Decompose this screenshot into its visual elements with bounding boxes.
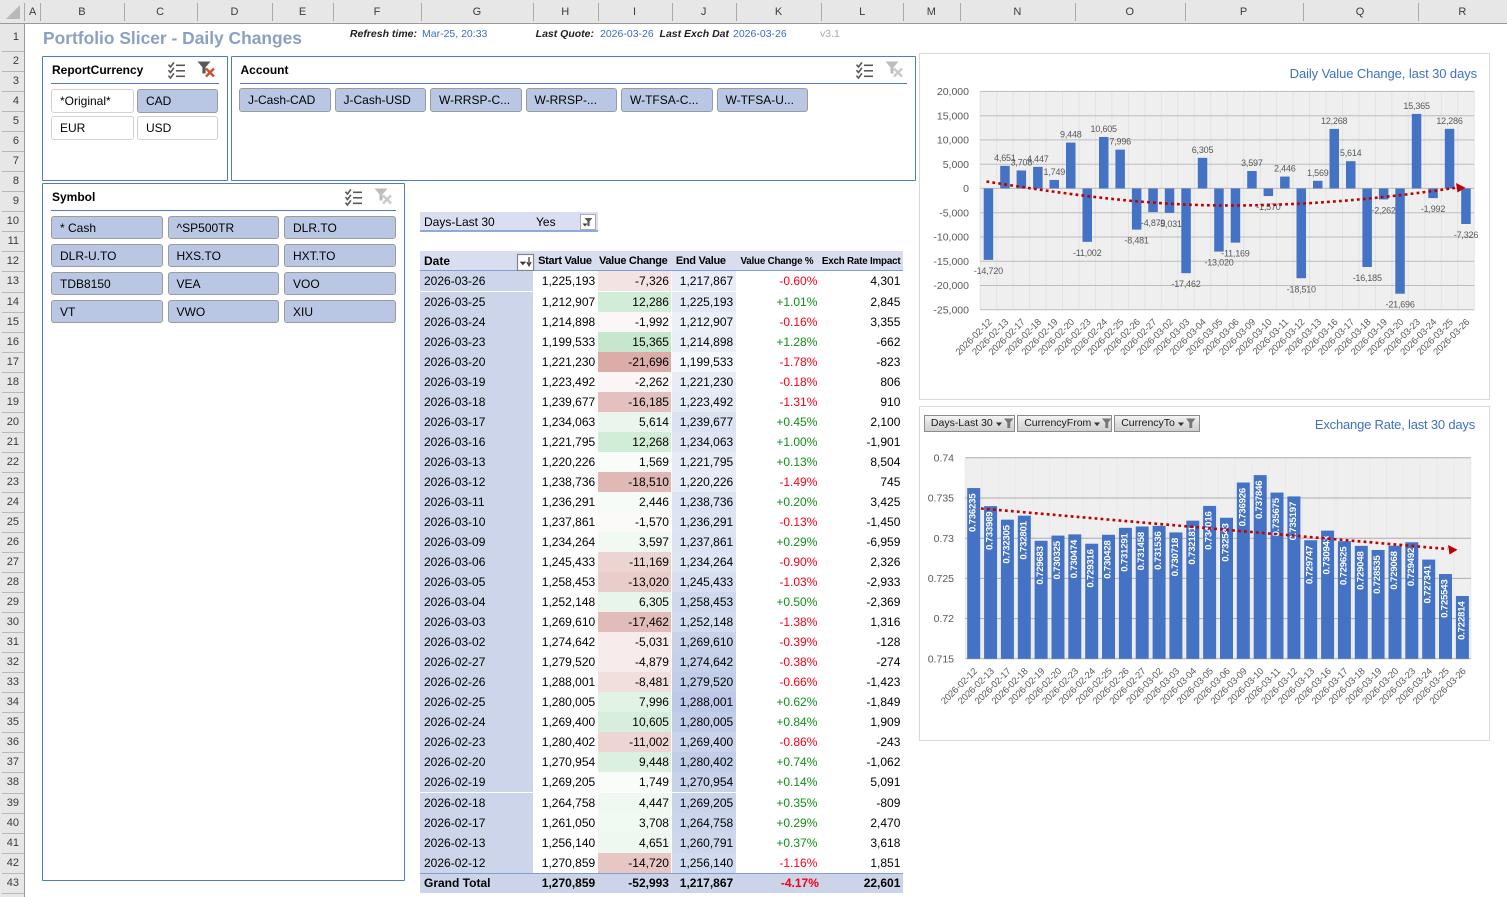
svg-text:0.729492: 0.729492: [1406, 548, 1417, 586]
svg-text:0.74: 0.74: [934, 452, 955, 464]
svg-text:0.735675: 0.735675: [1271, 497, 1282, 536]
svg-text:0.729683: 0.729683: [1035, 546, 1046, 584]
svg-text:0.722814: 0.722814: [1456, 601, 1467, 640]
svg-text:0.730325: 0.730325: [1052, 540, 1063, 579]
svg-text:0.729068: 0.729068: [1389, 550, 1400, 589]
svg-text:0.729625: 0.729625: [1338, 546, 1349, 585]
svg-text:0.73: 0.73: [934, 533, 955, 545]
svg-text:0.732181: 0.732181: [1187, 525, 1198, 564]
svg-text:0.735: 0.735: [928, 493, 954, 505]
svg-text:0.733989: 0.733989: [985, 512, 996, 550]
svg-text:0.734016: 0.734016: [1204, 511, 1215, 549]
svg-text:0.725543: 0.725543: [1440, 580, 1451, 618]
svg-text:0.730718: 0.730718: [1170, 537, 1181, 576]
svg-text:0.729747: 0.729747: [1305, 546, 1316, 584]
svg-text:0.737846: 0.737846: [1254, 481, 1265, 519]
svg-text:0.72: 0.72: [934, 613, 955, 625]
svg-text:0.732305: 0.732305: [1001, 524, 1012, 563]
svg-text:0.728535: 0.728535: [1372, 555, 1383, 594]
svg-text:0.729048: 0.729048: [1355, 551, 1366, 590]
svg-text:0.730474: 0.730474: [1069, 539, 1080, 578]
svg-text:0.732801: 0.732801: [1018, 520, 1029, 559]
svg-text:0.731536: 0.731536: [1153, 531, 1164, 569]
svg-text:0.715: 0.715: [928, 653, 954, 665]
svg-text:0.729316: 0.729316: [1086, 549, 1097, 587]
svg-text:0.731458: 0.731458: [1136, 531, 1147, 570]
svg-text:0.725: 0.725: [928, 573, 954, 585]
svg-text:0.731291: 0.731291: [1119, 532, 1130, 571]
svg-text:0.730428: 0.730428: [1103, 539, 1114, 578]
svg-text:0.736926: 0.736926: [1237, 488, 1248, 526]
svg-text:0.730943: 0.730943: [1322, 536, 1333, 574]
svg-text:0.727341: 0.727341: [1423, 564, 1434, 603]
svg-text:0.736235: 0.736235: [968, 493, 979, 532]
